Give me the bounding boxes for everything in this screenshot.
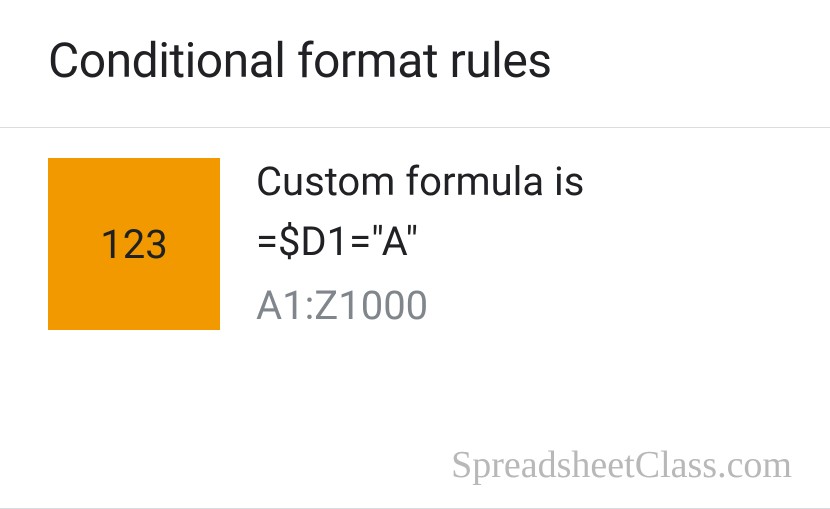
watermark: SpreadsheetClass.com: [451, 443, 792, 487]
rule-formula: =$D1="A": [256, 216, 584, 268]
rule-item[interactable]: 123 Custom formula is =$D1="A" A1:Z1000: [0, 128, 830, 360]
rule-details: Custom formula is =$D1="A" A1:Z1000: [256, 156, 584, 332]
rule-color-preview: 123: [48, 158, 220, 330]
color-preview-text: 123: [100, 221, 167, 268]
panel-header: Conditional format rules: [0, 0, 830, 127]
panel-title: Conditional format rules: [48, 32, 782, 89]
rule-range: A1:Z1000: [256, 280, 584, 332]
rule-type-label: Custom formula is: [256, 156, 584, 208]
